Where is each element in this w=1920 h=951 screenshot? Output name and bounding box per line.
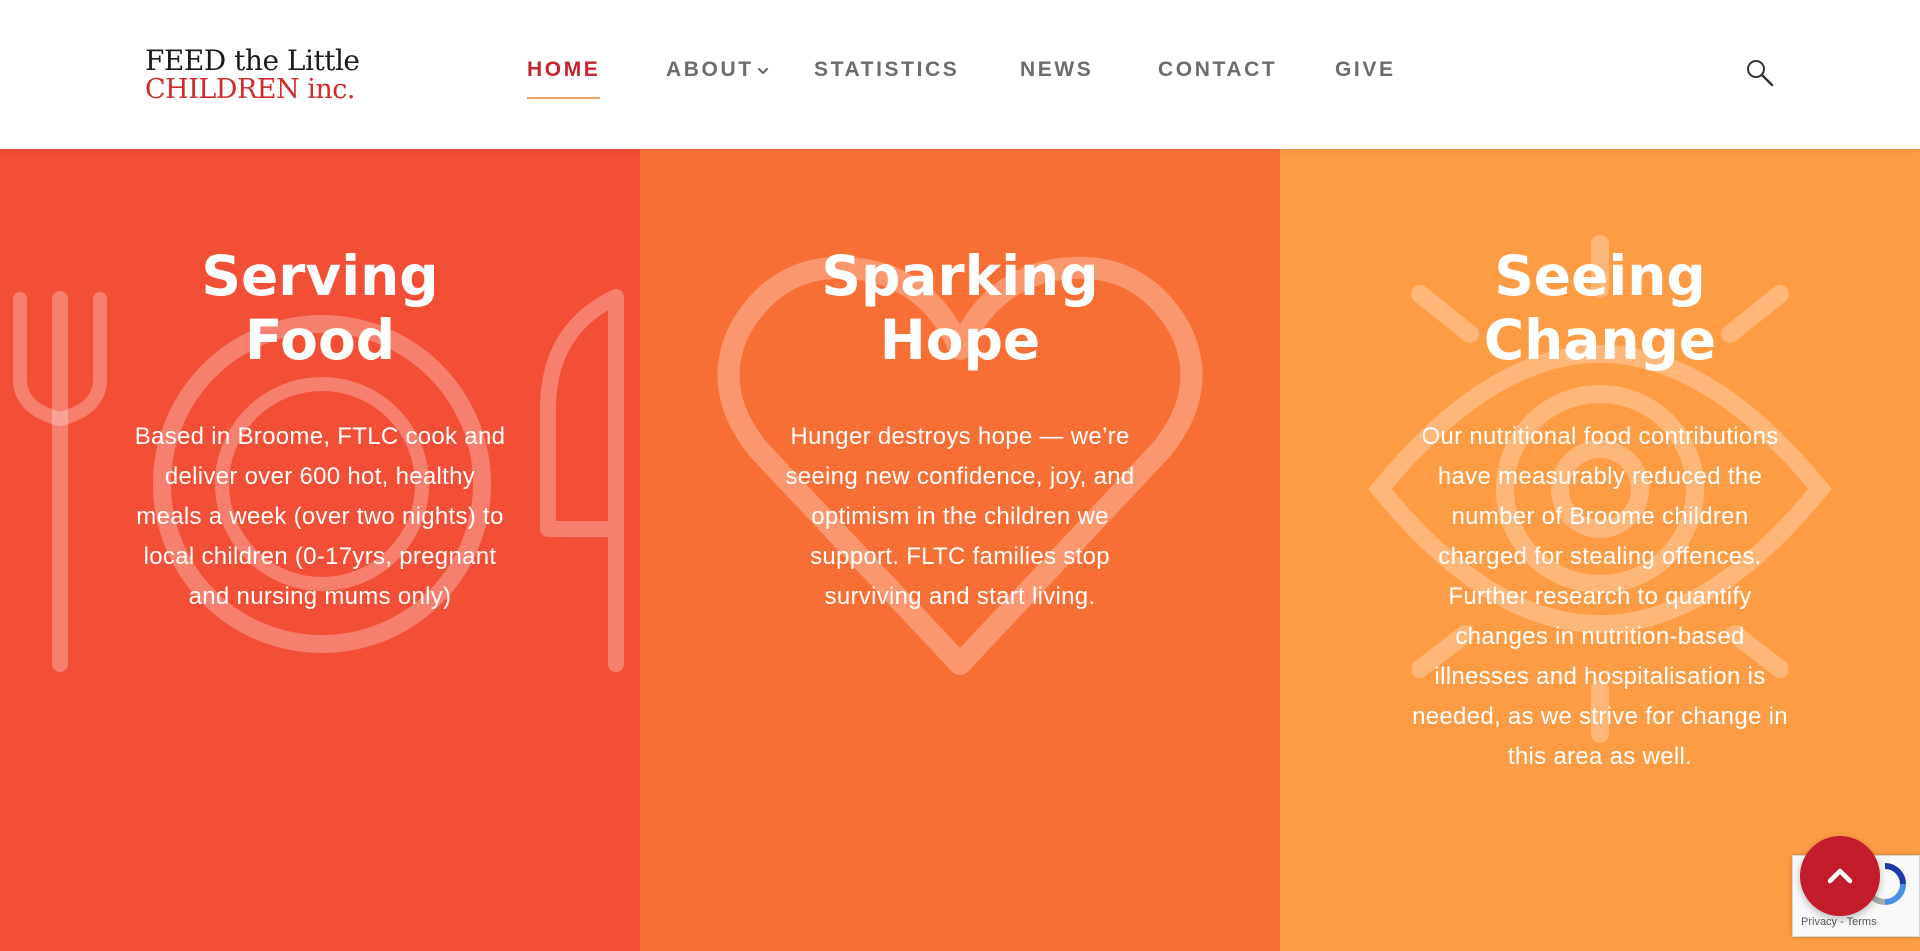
back-to-top-button[interactable] (1800, 836, 1880, 916)
feature-serving-food: Serving Food Based in Broome, FTLC cook … (0, 149, 640, 951)
feature-title-line-1: Serving (201, 244, 439, 308)
feature-title-line-1: Seeing (1494, 244, 1706, 308)
search-icon[interactable] (1745, 58, 1775, 88)
active-nav-underline (527, 97, 600, 99)
feature-title: Serving Food (0, 244, 640, 372)
chevron-down-icon[interactable] (756, 64, 770, 78)
feature-title-line-2: Food (244, 308, 396, 372)
feature-title-line-1: Sparking (821, 244, 1099, 308)
chevron-up-icon (1827, 868, 1853, 884)
feature-description: Hunger destroys hope — we’re seeing new … (785, 423, 1135, 610)
nav-item-statistics[interactable]: STATISTICS (814, 58, 959, 82)
nav-item-home[interactable]: HOME (527, 58, 600, 82)
nav-item-about[interactable]: ABOUT (666, 58, 754, 82)
recaptcha-privacy-terms-links[interactable]: Privacy - Terms (1801, 916, 1877, 928)
feature-seeing-change: Seeing Change Our nutritional food contr… (1280, 149, 1920, 951)
feature-title: Sparking Hope (640, 244, 1280, 372)
site-logo[interactable]: FEED the Little CHILDREN inc. (145, 44, 375, 106)
nav-item-news[interactable]: NEWS (1020, 58, 1093, 82)
nav-item-give[interactable]: GIVE (1335, 58, 1396, 82)
logo-line-1: FEED the Little (145, 44, 360, 77)
feature-title-line-2: Hope (879, 308, 1041, 372)
logo-line-2: CHILDREN inc. (145, 74, 355, 105)
feature-description: Based in Broome, FTLC cook and deliver o… (134, 423, 506, 610)
feature-title: Seeing Change (1280, 244, 1920, 372)
nav-item-contact[interactable]: CONTACT (1158, 58, 1277, 82)
site-header: FEED the Little CHILDREN inc. HOME ABOUT… (0, 0, 1920, 149)
feature-title-line-2: Change (1483, 308, 1717, 372)
feature-description: Our nutritional food contributions have … (1412, 423, 1788, 770)
feature-sparking-hope: Sparking Hope Hunger destroys hope — we’… (640, 149, 1280, 951)
